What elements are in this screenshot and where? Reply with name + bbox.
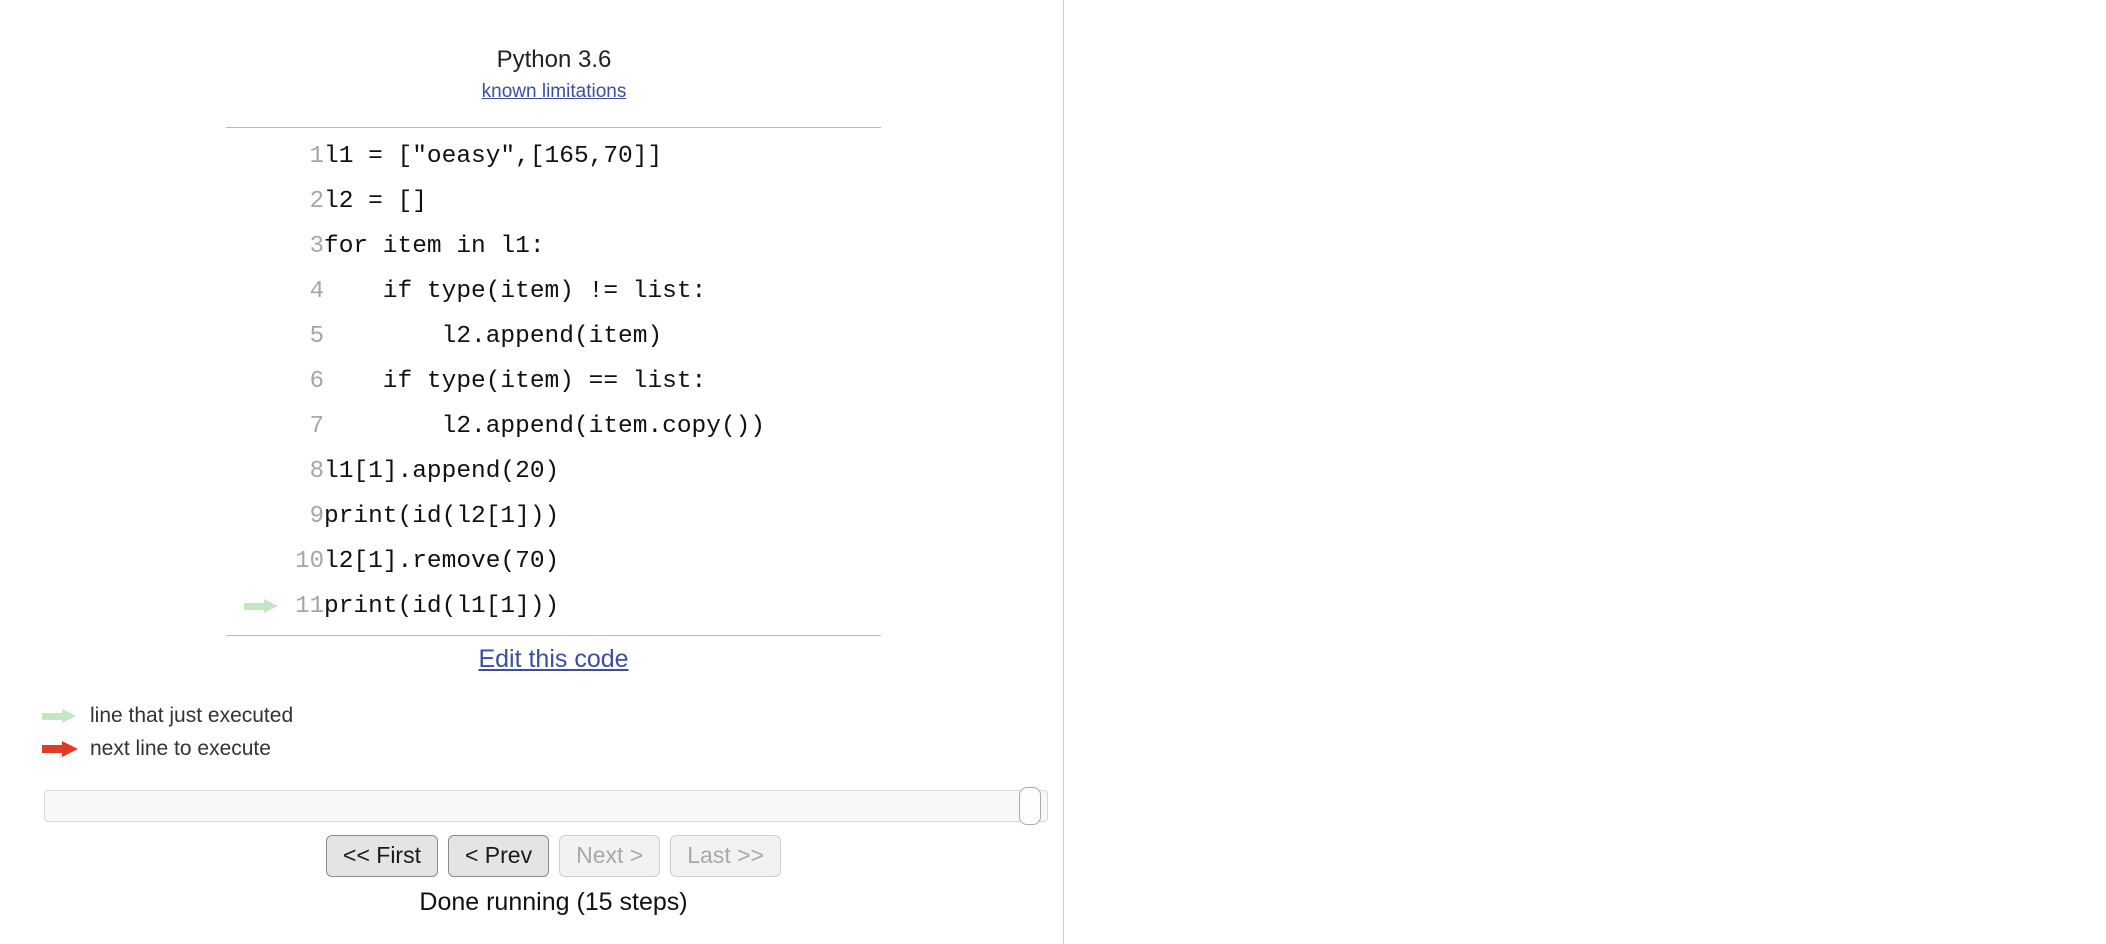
next-button: Next >	[559, 835, 661, 877]
python-version-label: Python 3.6	[496, 46, 612, 73]
code-line-row: 8 l1[1].append(20)	[226, 449, 765, 494]
code-line-row: 3 for item in l1:	[226, 224, 765, 269]
code-line-row: 11 print(id(l1[1]))	[226, 584, 765, 629]
step-controls: << First < Prev Next > Last >>	[226, 835, 881, 877]
code-line-text: if type(item) != list:	[324, 278, 707, 305]
edit-this-code-link[interactable]: Edit this code	[478, 645, 628, 673]
code-line-row: 9 print(id(l2[1]))	[226, 494, 765, 539]
just-executed-arrow-icon	[226, 584, 278, 629]
visualization-pane: Print output (drag lower right corner to…	[1064, 0, 2106, 944]
slider-handle[interactable]	[1019, 787, 1041, 825]
legend-just-executed: line that just executed	[42, 700, 542, 732]
line-marker-empty	[226, 539, 278, 584]
code-line-number: 7	[309, 413, 324, 440]
known-limitations-link[interactable]: known limitations	[482, 81, 627, 102]
code-table: 1 l1 = ["oeasy",[165,70]] 2 l2 = [] 3 for ite…	[226, 134, 765, 629]
line-marker-empty	[226, 314, 278, 359]
code-line-row: 2 l2 = []	[226, 179, 765, 224]
code-line-text: l2.append(item)	[324, 323, 663, 350]
line-marker-empty	[226, 269, 278, 314]
line-marker-empty	[226, 359, 278, 404]
code-line-row: 7 l2.append(item.copy())	[226, 404, 765, 449]
code-line-number: 5	[309, 323, 324, 350]
code-line-number: 9	[309, 503, 324, 530]
code-line-number: 2	[309, 188, 324, 215]
line-marker-empty	[226, 404, 278, 449]
code-line-row: 6 if type(item) == list:	[226, 359, 765, 404]
code-line-number: 11	[295, 593, 324, 620]
line-marker-empty	[226, 179, 278, 224]
edit-code: Edit this code	[226, 645, 881, 674]
last-button: Last >>	[670, 835, 781, 877]
code-line-text: print(id(l1[1]))	[324, 593, 560, 620]
python-tutor-visualizer: Python 3.6 known limitations 1 l1 = ["oea…	[0, 0, 2106, 944]
line-marker-empty	[226, 134, 278, 179]
code-line-number: 1	[309, 143, 324, 170]
code-line-number: 10	[295, 548, 324, 575]
code-line-text: l2.append(item.copy())	[324, 413, 766, 440]
code-display: 1 l1 = ["oeasy",[165,70]] 2 l2 = [] 3 for ite…	[226, 127, 881, 636]
prev-button[interactable]: < Prev	[447, 835, 550, 877]
code-line-text: l1[1].append(20)	[324, 458, 560, 485]
line-marker-empty	[226, 449, 278, 494]
code-line-row: 1 l1 = ["oeasy",[165,70]]	[226, 134, 765, 179]
code-line-number: 4	[309, 278, 324, 305]
code-line-number: 8	[309, 458, 324, 485]
first-button[interactable]: << First	[326, 835, 438, 877]
code-pane: Python 3.6 known limitations 1 l1 = ["oea…	[0, 0, 1063, 944]
code-line-row: 10 l2[1].remove(70)	[226, 539, 765, 584]
legend-next-line: next line to execute	[42, 733, 542, 765]
execution-slider[interactable]	[44, 787, 1048, 825]
code-line-text: l2[1].remove(70)	[324, 548, 560, 575]
code-line-text: l1 = ["oeasy",[165,70]]	[324, 143, 663, 170]
red-arrow-icon	[42, 741, 86, 757]
pointer-arrows	[1064, 0, 2106, 944]
line-marker-empty	[226, 494, 278, 539]
line-marker-empty	[226, 224, 278, 269]
code-line-text: print(id(l2[1]))	[324, 503, 560, 530]
legend-next-line-label: next line to execute	[90, 737, 271, 760]
green-arrow-icon	[42, 709, 86, 723]
code-line-text: for item in l1:	[324, 233, 545, 260]
known-limitations: known limitations	[226, 81, 882, 103]
code-line-text: l2 = []	[324, 188, 427, 215]
code-line-number: 3	[309, 233, 324, 260]
code-line-text: if type(item) == list:	[324, 368, 707, 395]
code-line-row: 5 l2.append(item)	[226, 314, 765, 359]
legend-just-executed-label: line that just executed	[90, 704, 294, 727]
code-line-row: 4 if type(item) != list:	[226, 269, 765, 314]
execution-legend: line that just executed next line to exe…	[42, 700, 542, 766]
code-line-number: 6	[309, 368, 324, 395]
run-status: Done running (15 steps)	[419, 888, 688, 916]
